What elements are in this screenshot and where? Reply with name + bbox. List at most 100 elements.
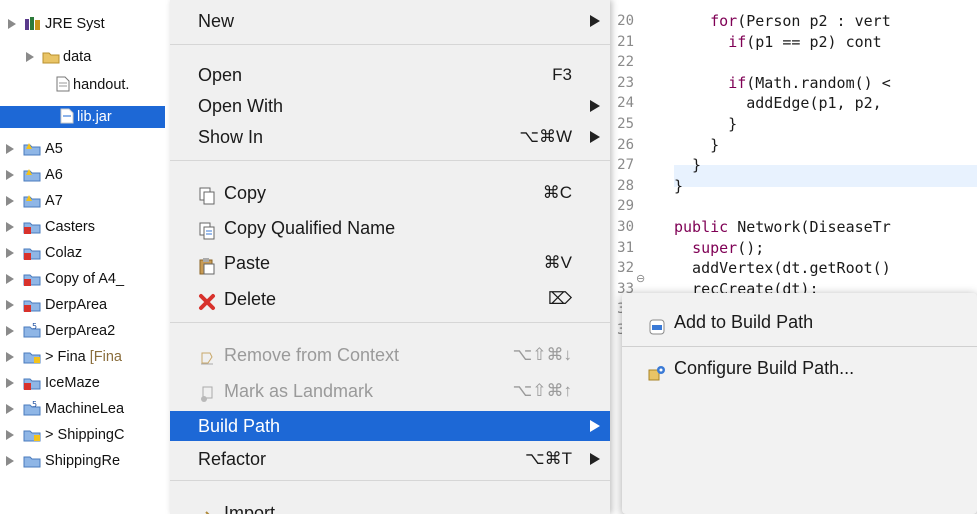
project-error-icon [22,374,42,397]
menu-shortcut: ⌥⇧⌘↓ [512,345,572,364]
submenu-arrow-icon [590,100,600,112]
tree-item-jre[interactable]: JRE Syst [8,13,105,35]
submenu-arrow-icon [590,453,600,465]
menu-item-open[interactable]: Open F3 [170,60,610,90]
project-error-icon [22,218,42,241]
expand-arrow-icon[interactable] [6,248,14,258]
code-line[interactable]: for(Person p2 : vert [674,10,891,32]
code-line[interactable]: super(); [674,237,764,259]
file-icon [56,76,70,99]
code-line[interactable]: } [674,175,683,197]
expand-arrow-icon[interactable] [6,222,14,232]
expand-arrow-icon[interactable] [6,274,14,284]
menu-item-copy[interactable]: Copy ⌘C [170,178,610,208]
expand-arrow-icon[interactable] [6,352,14,362]
menu-item-copy-qualified-name[interactable]: Copy Qualified Name [170,213,610,243]
expand-arrow-icon[interactable] [6,404,14,414]
menu-separator [170,480,610,481]
svg-text:5: 5 [32,400,37,409]
project-git-icon [22,426,42,449]
menu-item-build-path[interactable]: Build Path [170,411,610,441]
menu-item-label: Build Path [198,416,281,436]
submenu-arrow-icon [590,420,600,432]
tree-item-label: Casters [45,219,95,235]
project-icon [22,452,42,475]
expand-arrow-icon[interactable] [6,326,14,336]
expand-arrow-icon[interactable] [6,430,14,440]
menu-separator [170,160,610,161]
menu-item-label: Copy [224,183,267,203]
tree-item-colaz[interactable]: Colaz [6,242,82,264]
expand-arrow-icon[interactable] [6,196,14,206]
tree-item-label: data [63,49,92,65]
tree-item-label: Copy of A4_ [45,271,125,287]
code-line[interactable]: public Network(DiseaseTr [674,216,891,238]
menu-item-label: Remove from Context [224,345,400,365]
menu-item-delete[interactable]: Delete ⌦ [170,284,610,314]
code-line[interactable]: addVertex(dt.getRoot() [674,257,891,279]
tree-item-icemaze[interactable]: IceMaze [6,372,100,394]
menu-shortcut: ⌥⌘W [519,127,572,146]
project-warning-icon [22,140,42,163]
copy-qualified-icon [198,219,216,240]
menu-item-remove-from-context[interactable]: Remove from Context ⌥⇧⌘↓ [170,340,610,370]
menu-item-mark-as-landmark[interactable]: Mark as Landmark ⌥⇧⌘↑ [170,376,610,406]
menu-item-refactor[interactable]: Refactor ⌥⌘T [170,444,610,474]
code-line[interactable]: } [674,113,737,135]
tree-item-lib-jar[interactable]: lib.jar [0,106,165,128]
menu-item-paste[interactable]: Paste ⌘V [170,248,610,278]
tree-item-fina[interactable]: > Fina [Fina [6,346,122,368]
tree-item-machinelearning[interactable]: 5 MachineLea [6,398,124,420]
code-line[interactable]: if(Math.random() < [674,72,891,94]
tree-item-label: ShippingRe [45,453,121,469]
tree-item-label: lib.jar [77,109,112,125]
menu-item-open-with[interactable]: Open With [170,91,610,121]
tree-item-label: > Fina [45,349,86,365]
code-line[interactable]: if(p1 == p2) cont [674,31,882,53]
project-explorer: JRE Syst data handout. lib.jar A5 A6 A7 [0,0,170,514]
tree-item-data[interactable]: data [26,46,91,68]
tree-item-a6[interactable]: A6 [6,164,63,186]
tree-item-derparea[interactable]: DerpArea [6,294,107,316]
submenu-item-label: Add to Build Path [674,312,814,332]
keyword: public [674,218,729,236]
menu-item-new[interactable]: New [170,6,610,36]
expand-arrow-icon[interactable] [6,456,14,466]
tree-item-label: A6 [45,167,63,183]
code-line[interactable]: addEdge(p1, p2, [674,92,881,114]
expand-arrow-icon[interactable] [26,52,34,62]
keyword: if [728,73,747,92]
svg-text:5: 5 [32,322,37,331]
configure-icon [648,359,666,381]
current-line-highlight [674,165,977,187]
submenu-item-configure-build-path[interactable]: Configure Build Path... [622,351,977,385]
project-java5-icon: 5 [22,400,42,423]
code-line[interactable]: } [674,134,719,156]
expand-arrow-icon[interactable] [8,19,16,29]
tree-item-label: A7 [45,193,63,209]
tree-item-shipping[interactable]: > ShippingC [6,424,124,446]
menu-item-show-in[interactable]: Show In ⌥⌘W [170,122,610,152]
menu-item-import[interactable]: Import [170,498,610,514]
submenu-item-add-to-build-path[interactable]: Add to Build Path [622,305,977,339]
tree-item-casters[interactable]: Casters [6,216,95,238]
project-java5-icon: 5 [22,322,42,345]
menu-shortcut: ⌦ [547,289,572,308]
expand-arrow-icon[interactable] [6,170,14,180]
tree-item-label: MachineLea [45,401,125,417]
submenu-arrow-icon [590,15,600,27]
expand-arrow-icon[interactable] [6,378,14,388]
expand-arrow-icon[interactable] [6,144,14,154]
tree-item-a7[interactable]: A7 [6,190,63,212]
tree-item-derparea2[interactable]: 5 DerpArea2 [6,320,115,342]
expand-arrow-icon[interactable] [6,300,14,310]
tree-item-label: DerpArea2 [45,323,116,339]
tree-item-shippingre[interactable]: ShippingRe [6,450,120,472]
fold-collapse-icon[interactable]: ⊖ [636,272,645,285]
code-line[interactable]: } [674,154,701,176]
tree-item-label: Colaz [45,245,83,261]
library-icon [24,15,42,38]
tree-item-copy-of-a4[interactable]: Copy of A4_ [6,268,124,290]
tree-item-a5[interactable]: A5 [6,138,63,160]
tree-item-handout[interactable]: handout. [56,74,129,96]
